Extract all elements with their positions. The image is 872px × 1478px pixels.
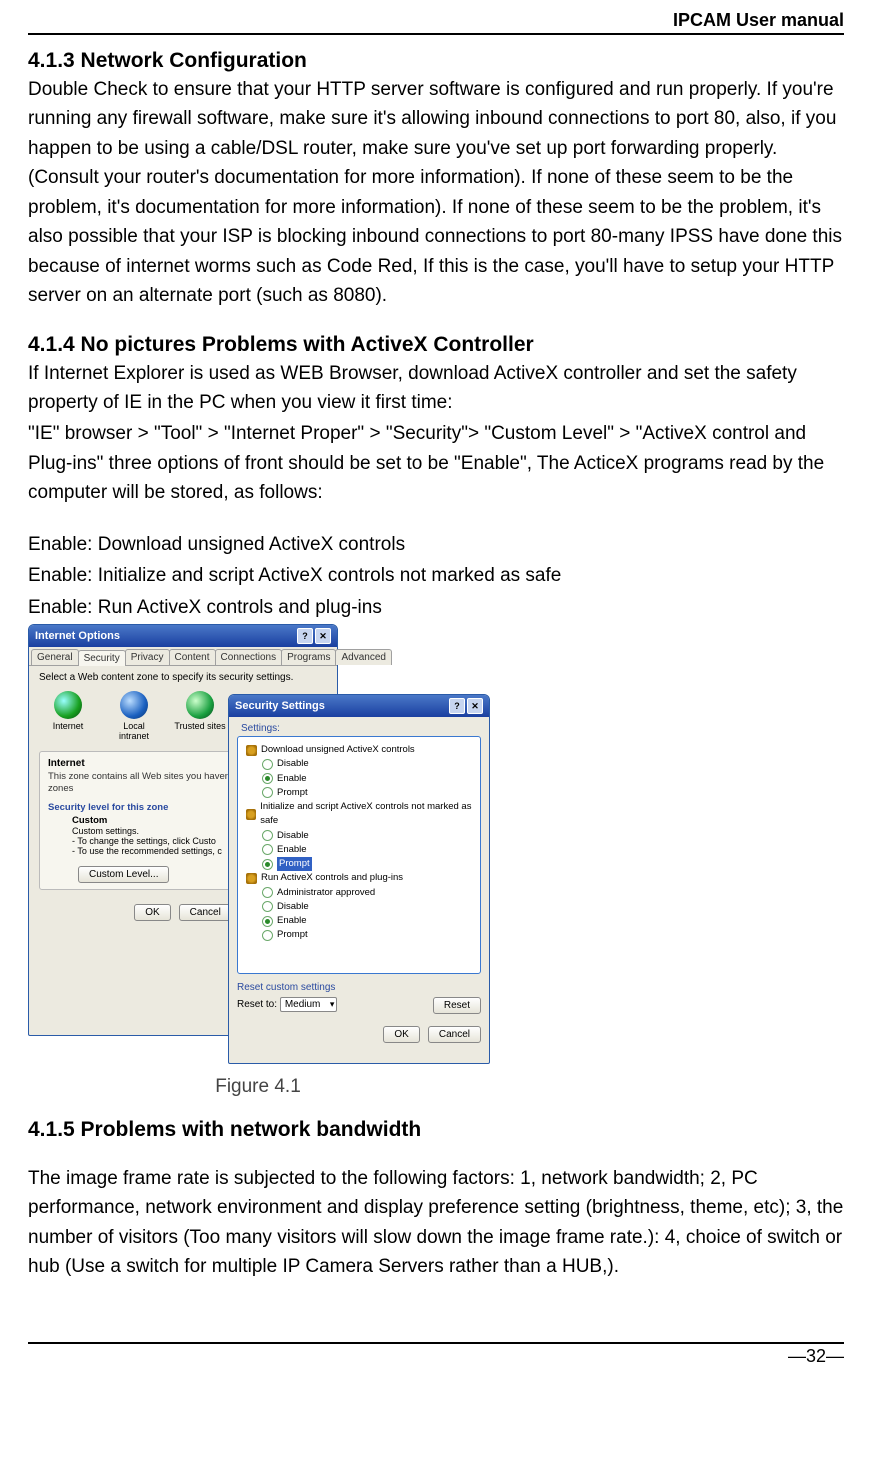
zone-internet[interactable]: Internet bbox=[41, 691, 95, 741]
radio-icon[interactable] bbox=[262, 901, 273, 912]
body-text-414a: If Internet Explorer is used as WEB Brow… bbox=[28, 359, 844, 418]
enable-line-3: Enable: Run ActiveX controls and plug-in… bbox=[28, 593, 844, 622]
tab-general[interactable]: General bbox=[31, 649, 79, 665]
dialog-title-text: Internet Options bbox=[35, 630, 120, 642]
tree-disable-2: Disable bbox=[277, 829, 309, 843]
tab-security[interactable]: Security bbox=[78, 650, 126, 666]
reset-button[interactable]: Reset bbox=[433, 997, 481, 1014]
ss-close-icon[interactable]: ✕ bbox=[467, 698, 483, 714]
tree-initialize-script: Initialize and script ActiveX controls n… bbox=[260, 800, 476, 829]
section-heading-415: 4.1.5 Problems with network bandwidth bbox=[28, 1118, 844, 1142]
reset-custom-label: Reset custom settings bbox=[237, 982, 481, 993]
tab-programs[interactable]: Programs bbox=[281, 649, 336, 665]
tab-content[interactable]: Content bbox=[169, 649, 216, 665]
zone-local-intranet-label: Local intranet bbox=[107, 721, 161, 741]
ss-title-bar: Security Settings ? ✕ bbox=[229, 695, 489, 717]
zone-internet-label: Internet bbox=[41, 721, 95, 731]
reset-to-select[interactable]: Medium bbox=[280, 997, 338, 1012]
dialog-security-settings: Security Settings ? ✕ Settings: Download… bbox=[228, 694, 490, 1064]
gear-icon bbox=[246, 745, 257, 756]
ss-help-icon[interactable]: ? bbox=[449, 698, 465, 714]
page-number: —32— bbox=[28, 1342, 844, 1377]
enable-line-2: Enable: Initialize and script ActiveX co… bbox=[28, 561, 844, 590]
globe-icon bbox=[54, 691, 82, 719]
section-heading-414: 4.1.4 No pictures Problems with ActiveX … bbox=[28, 333, 844, 357]
gear-icon bbox=[246, 873, 257, 884]
tree-download-unsigned: Download unsigned ActiveX controls bbox=[261, 743, 415, 757]
tree-prompt-1: Prompt bbox=[277, 786, 308, 800]
tab-advanced[interactable]: Advanced bbox=[335, 649, 391, 665]
intranet-icon bbox=[120, 691, 148, 719]
zone-trusted-sites-label: Trusted sites bbox=[173, 721, 227, 731]
tab-privacy[interactable]: Privacy bbox=[125, 649, 170, 665]
body-text-414b: "IE" browser > "Tool" > "Internet Proper… bbox=[28, 419, 844, 507]
ss-ok-button[interactable]: OK bbox=[383, 1026, 419, 1043]
tree-enable-1: Enable bbox=[277, 772, 307, 786]
tree-enable-3: Enable bbox=[277, 914, 307, 928]
radio-icon[interactable] bbox=[262, 787, 273, 798]
radio-icon[interactable] bbox=[262, 844, 273, 855]
reset-to-label: Reset to: bbox=[237, 999, 277, 1010]
radio-icon[interactable] bbox=[262, 830, 273, 841]
body-text-415: The image frame rate is subjected to the… bbox=[28, 1164, 844, 1282]
ok-button[interactable]: OK bbox=[134, 904, 170, 921]
close-icon[interactable]: ✕ bbox=[315, 628, 331, 644]
radio-icon[interactable] bbox=[262, 759, 273, 770]
zone-local-intranet[interactable]: Local intranet bbox=[107, 691, 161, 741]
tree-disable-3: Disable bbox=[277, 900, 309, 914]
tree-disable-1: Disable bbox=[277, 757, 309, 771]
document-header: IPCAM User manual bbox=[28, 8, 844, 35]
radio-icon[interactable] bbox=[262, 930, 273, 941]
figure-4-1: Internet Options ? ✕ General Security Pr… bbox=[28, 624, 488, 1074]
gear-icon bbox=[246, 809, 256, 820]
help-icon[interactable]: ? bbox=[297, 628, 313, 644]
tree-prompt-2: Prompt bbox=[277, 857, 312, 871]
zone-instruction: Select a Web content zone to specify its… bbox=[39, 672, 327, 683]
settings-tree-box[interactable]: Download unsigned ActiveX controls Disab… bbox=[237, 736, 481, 974]
radio-icon[interactable] bbox=[262, 916, 273, 927]
radio-icon[interactable] bbox=[262, 887, 273, 898]
dialog-title-bar: Internet Options ? ✕ bbox=[29, 625, 337, 647]
section-heading-413: 4.1.3 Network Configuration bbox=[28, 49, 844, 73]
enable-line-1: Enable: Download unsigned ActiveX contro… bbox=[28, 530, 844, 559]
tree-admin-approved: Administrator approved bbox=[277, 886, 375, 900]
dialog-tabs: General Security Privacy Content Connect… bbox=[29, 647, 337, 666]
radio-icon[interactable] bbox=[262, 859, 273, 870]
tree-run-activex: Run ActiveX controls and plug-ins bbox=[261, 871, 403, 885]
radio-icon[interactable] bbox=[262, 773, 273, 784]
ss-cancel-button[interactable]: Cancel bbox=[428, 1026, 481, 1043]
figure-caption: Figure 4.1 bbox=[158, 1076, 358, 1098]
body-text-413: Double Check to ensure that your HTTP se… bbox=[28, 75, 844, 311]
ss-title-text: Security Settings bbox=[235, 700, 325, 712]
tab-connections[interactable]: Connections bbox=[215, 649, 283, 665]
tree-enable-2: Enable bbox=[277, 843, 307, 857]
trusted-icon bbox=[186, 691, 214, 719]
custom-level-button[interactable]: Custom Level... bbox=[78, 866, 169, 883]
tree-prompt-3: Prompt bbox=[277, 928, 308, 942]
settings-label: Settings: bbox=[241, 723, 481, 734]
zone-trusted-sites[interactable]: Trusted sites bbox=[173, 691, 227, 741]
cancel-button[interactable]: Cancel bbox=[179, 904, 232, 921]
